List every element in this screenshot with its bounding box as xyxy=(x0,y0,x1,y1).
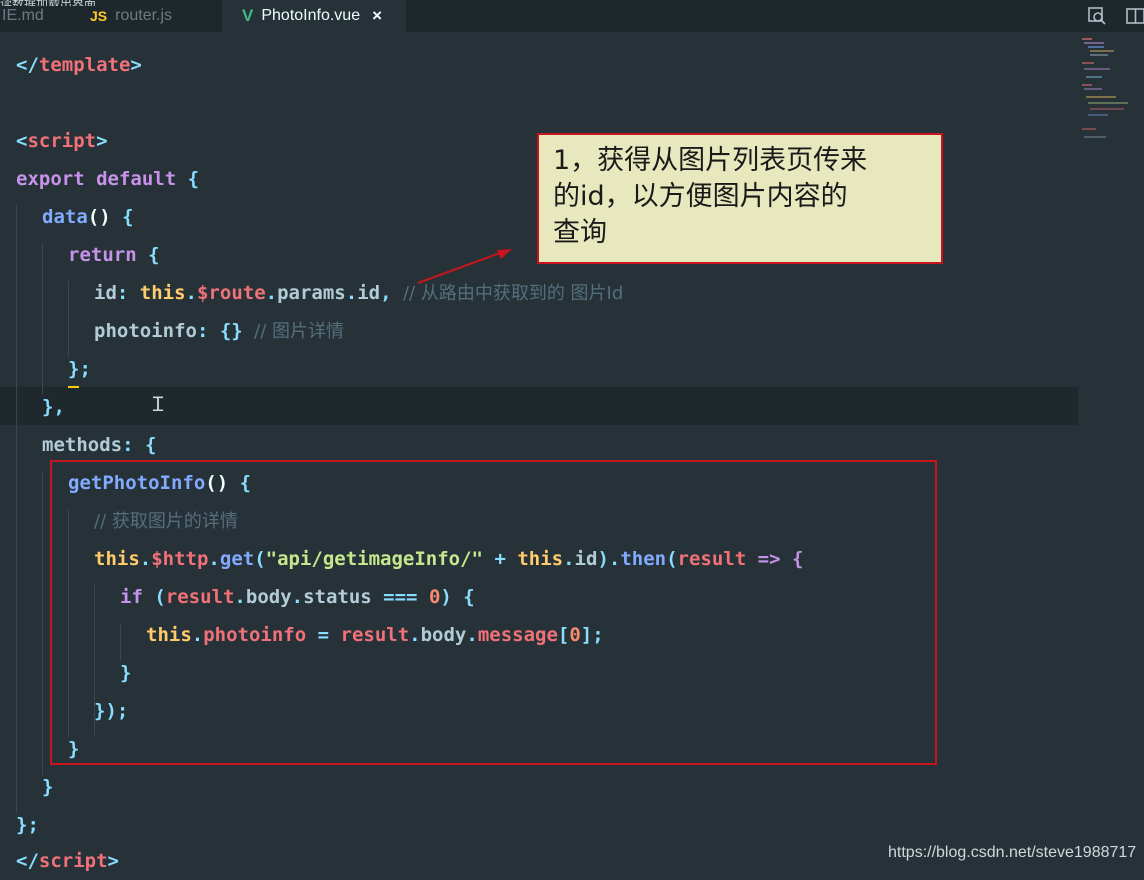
close-icon[interactable]: × xyxy=(372,6,382,26)
code-line: }; xyxy=(68,358,91,380)
code-line: id: this.$route.params.id, // 从路由中获取到的 图… xyxy=(94,282,624,304)
code-line: }, xyxy=(42,396,65,418)
indent-guide xyxy=(42,471,43,775)
tab-bar: 读数据加载出界面 IE.md JS router.js V PhotoInfo.… xyxy=(0,0,1144,32)
code-line: } xyxy=(42,776,54,798)
code-line: export default { xyxy=(16,168,200,190)
annotation-callout: 1，获得从图片列表页传来 的id，以方便图片内容的 查询 xyxy=(537,133,943,264)
tab-label: router.js xyxy=(115,7,173,24)
tab-readme[interactable]: IE.md xyxy=(0,0,68,32)
split-editor-icon[interactable] xyxy=(1124,5,1144,27)
tab-label: PhotoInfo.vue xyxy=(261,7,361,24)
indent-guide xyxy=(42,243,43,395)
text-cursor xyxy=(68,386,79,388)
code-line: }; xyxy=(16,814,39,836)
indent-guide xyxy=(16,205,17,813)
code-highlight-box xyxy=(50,460,937,765)
code-line: <script> xyxy=(16,130,108,152)
watermark: https://blog.csdn.net/steve1988717 xyxy=(888,844,1137,861)
minimap[interactable] xyxy=(1078,36,1144,156)
tab-router-js[interactable]: JS router.js xyxy=(70,0,220,32)
open-changes-icon[interactable] xyxy=(1086,5,1108,27)
indent-guide xyxy=(68,281,69,357)
callout-line-3: 查询 xyxy=(553,217,607,248)
code-line: </script> xyxy=(16,850,119,872)
code-line: photoinfo: {} // 图片详情 xyxy=(94,320,345,342)
tab-photoinfo-vue[interactable]: V PhotoInfo.vue × xyxy=(222,0,406,32)
tab-label: IE.md xyxy=(2,7,44,24)
code-line: </template> xyxy=(16,54,142,76)
code-line: data() { xyxy=(42,206,134,228)
code-line: methods: { xyxy=(42,434,157,456)
callout-line-1: 1，获得从图片列表页传来 xyxy=(553,145,868,176)
js-file-icon: JS xyxy=(90,8,108,24)
vue-file-icon: V xyxy=(242,6,254,25)
callout-line-2: 的id，以方便图片内容的 xyxy=(553,181,848,212)
ibeam-cursor-icon: Ｉ xyxy=(148,392,168,416)
code-line: return { xyxy=(68,244,160,266)
